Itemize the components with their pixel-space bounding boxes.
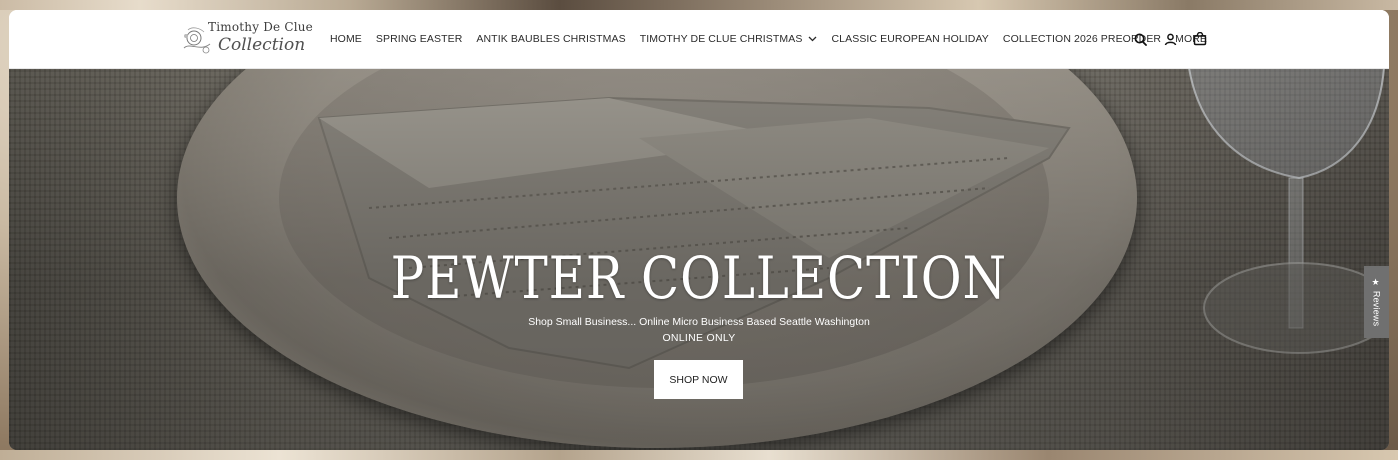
nav-label: SPRING EASTER [375, 33, 463, 45]
hero-subtitle-online-only: ONLINE ONLY [662, 332, 736, 344]
brand-subtitle: Collection [218, 35, 306, 55]
shop-now-button[interactable]: SHOP NOW [654, 360, 743, 399]
cart-icon[interactable] [1191, 30, 1209, 48]
nav-item-classic-european-holiday[interactable]: CLASSIC EUROPEAN HOLIDAY [831, 33, 988, 45]
nav-item-antik-baubles-christmas[interactable]: ANTIK BAUBLES CHRISTMAS [476, 33, 625, 45]
reviews-tab-label: ★ Reviews [1371, 277, 1382, 327]
search-icon[interactable] [1131, 30, 1149, 48]
hero-banner: PEWTER COLLECTION Shop Small Business...… [9, 68, 1389, 450]
site-frame: Timothy De Clue Collection HOME SPRING E… [9, 10, 1389, 450]
hero-title: PEWTER COLLECTION [390, 244, 1008, 312]
account-icon[interactable] [1161, 30, 1179, 48]
page-backdrop-top [0, 0, 1398, 10]
nav-label: ANTIK BAUBLES CHRISTMAS [476, 33, 626, 45]
page-backdrop-bottom [0, 450, 1398, 460]
site-header: Timothy De Clue Collection HOME SPRING E… [9, 10, 1389, 69]
nav-label: TIMOTHY DE CLUE CHRISTMAS [639, 33, 803, 45]
header-icons [1131, 30, 1221, 48]
nav-item-home[interactable]: HOME [330, 33, 362, 45]
nav-item-spring-easter[interactable]: SPRING EASTER [376, 33, 462, 45]
brand-name: Timothy De Clue [208, 20, 313, 34]
nav-item-timothy-de-clue-christmas[interactable]: TIMOTHY DE CLUE CHRISTMAS [640, 33, 818, 45]
hero-subtitle: Shop Small Business... Online Micro Busi… [528, 316, 870, 328]
main-nav: HOME SPRING EASTER ANTIK BAUBLES CHRISTM… [330, 10, 1221, 68]
nav-label: HOME [330, 33, 362, 45]
brand-logo[interactable]: Timothy De Clue Collection [180, 18, 315, 62]
reviews-tab[interactable]: ★ Reviews [1364, 266, 1389, 338]
chevron-down-icon [808, 33, 817, 45]
nav-label: CLASSIC EUROPEAN HOLIDAY [831, 33, 989, 45]
